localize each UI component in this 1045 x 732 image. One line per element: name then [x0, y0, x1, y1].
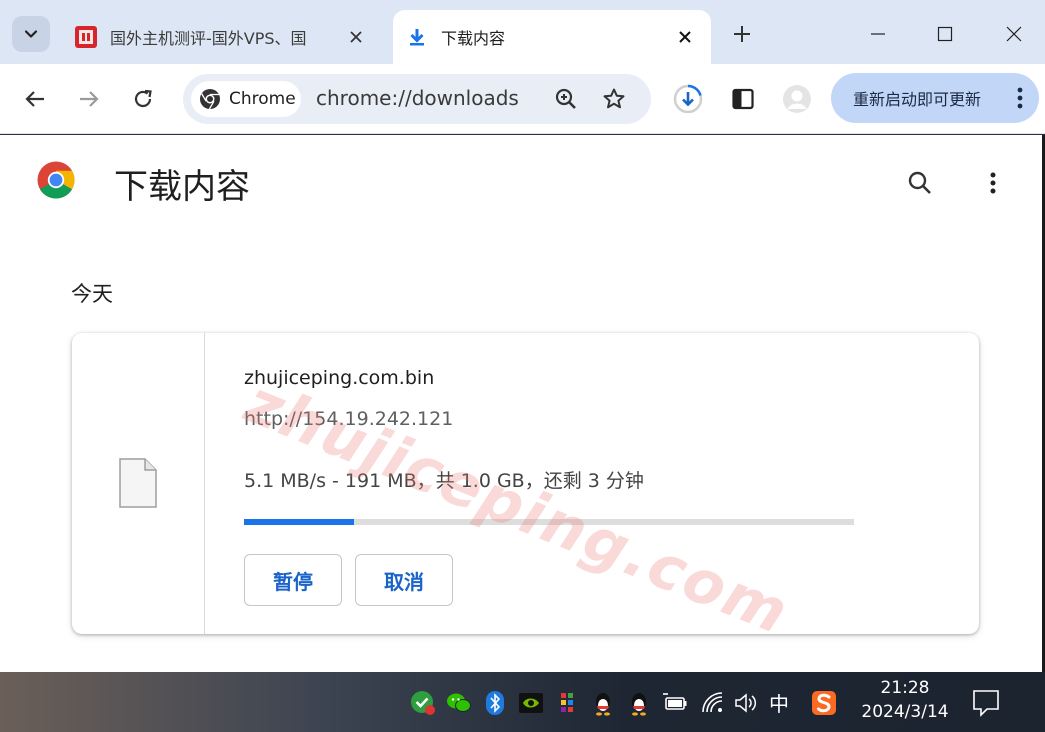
download-progress-fill: [244, 519, 354, 525]
download-progress-bar: [244, 519, 854, 525]
chip-label: Chrome: [229, 89, 296, 109]
taskbar: 中 21:28 2024/3/14: [0, 672, 1045, 732]
more-vert-icon: [1017, 87, 1023, 109]
search-icon: [908, 171, 931, 194]
forward-button[interactable]: [71, 81, 107, 117]
date-header: 今天: [71, 282, 113, 306]
ime-indicator[interactable]: 中: [769, 688, 789, 717]
maximize-icon: [937, 26, 953, 42]
download-item-card: zhujiceping.com.bin http://154.19.242.12…: [72, 333, 979, 634]
zoom-in-icon: [555, 88, 576, 109]
wifi-icon[interactable]: [700, 690, 726, 716]
clock-time: 21:28: [880, 678, 930, 698]
downloads-toolbar-button[interactable]: [670, 81, 706, 117]
profile-button[interactable]: [779, 81, 815, 117]
address-bar[interactable]: Chrome chrome://downloads: [183, 74, 651, 124]
avatar-icon: [783, 85, 811, 113]
chrome-logo-icon: [37, 161, 75, 199]
reload-icon: [134, 89, 152, 108]
page-more-menu-button[interactable]: [975, 165, 1011, 201]
cancel-button[interactable]: 取消: [355, 554, 453, 606]
close-icon: [1006, 26, 1022, 42]
file-icon-column: [72, 333, 205, 634]
battery-plugged-icon[interactable]: [662, 690, 688, 716]
plus-icon: [734, 26, 750, 42]
tab-title: 国外主机测评-国外VPS、国: [110, 29, 307, 48]
tab-title: 下载内容: [441, 29, 506, 48]
tab-close-button[interactable]: [671, 23, 699, 51]
pause-button[interactable]: 暂停: [244, 554, 342, 606]
minimize-button[interactable]: [856, 14, 900, 54]
download-icon: [405, 25, 429, 49]
page-title: 下载内容: [114, 167, 250, 207]
tab-zhujiceping[interactable]: 国外主机测评-国外VPS、国: [62, 10, 382, 64]
restart-to-update-button[interactable]: 重新启动即可更新: [831, 73, 1039, 123]
close-icon: [679, 31, 691, 43]
back-button[interactable]: [17, 81, 53, 117]
qq-penguin-icon[interactable]: [590, 690, 616, 716]
toolbar: Chrome chrome://downloads 重新启动即可更新: [0, 64, 1045, 134]
update-label: 重新启动即可更新: [853, 90, 982, 109]
bluetooth-icon[interactable]: [482, 690, 508, 716]
url-text: chrome://downloads: [316, 86, 519, 110]
download-progress-icon: [673, 84, 703, 114]
tab-strip: 国外主机测评-国外VPS、国 下载内容: [0, 0, 1045, 64]
close-window-button[interactable]: [992, 14, 1036, 54]
side-panel-button[interactable]: [725, 81, 761, 117]
notification-icon[interactable]: [971, 688, 1001, 718]
forward-arrow-icon: [80, 91, 99, 107]
minimize-icon: [871, 33, 885, 35]
star-icon: [603, 88, 625, 109]
security-shield-icon[interactable]: [410, 690, 436, 716]
side-panel-icon: [732, 88, 754, 110]
sogou-input-icon[interactable]: [811, 690, 837, 716]
chrome-logo-icon: [200, 89, 220, 110]
tab-search-button[interactable]: [12, 16, 50, 52]
more-vert-icon: [990, 172, 996, 194]
taskbar-clock[interactable]: 21:28 2024/3/14: [860, 678, 950, 722]
app-dots-icon[interactable]: [554, 690, 580, 716]
file-source-url[interactable]: http://154.19.242.121: [244, 408, 453, 430]
chrome-site-chip[interactable]: Chrome: [191, 81, 301, 117]
nvidia-icon[interactable]: [518, 690, 544, 716]
new-tab-button[interactable]: [726, 18, 758, 50]
zoom-button[interactable]: [550, 83, 582, 115]
tab-close-button[interactable]: [342, 23, 370, 51]
downloads-page: 下载内容 今天 zhujiceping.com.bin http://154.1…: [0, 135, 1045, 672]
file-icon: [119, 458, 157, 508]
chevron-down-icon: [24, 30, 38, 38]
tab-downloads[interactable]: 下载内容: [393, 10, 711, 64]
back-arrow-icon: [25, 91, 44, 107]
maximize-button[interactable]: [923, 14, 967, 54]
wechat-icon[interactable]: [446, 690, 472, 716]
file-name-link[interactable]: zhujiceping.com.bin: [244, 367, 434, 389]
bookmark-button[interactable]: [598, 83, 630, 115]
qq-penguin-icon[interactable]: [626, 690, 652, 716]
close-icon: [350, 31, 362, 43]
site-favicon-icon: [74, 25, 98, 49]
reload-button[interactable]: [125, 81, 161, 117]
download-status: 5.1 MB/s - 191 MB，共 1.0 GB，还剩 3 分钟: [244, 470, 644, 492]
volume-icon[interactable]: [733, 690, 759, 716]
search-downloads-button[interactable]: [902, 165, 938, 201]
clock-date: 2024/3/14: [861, 702, 949, 722]
